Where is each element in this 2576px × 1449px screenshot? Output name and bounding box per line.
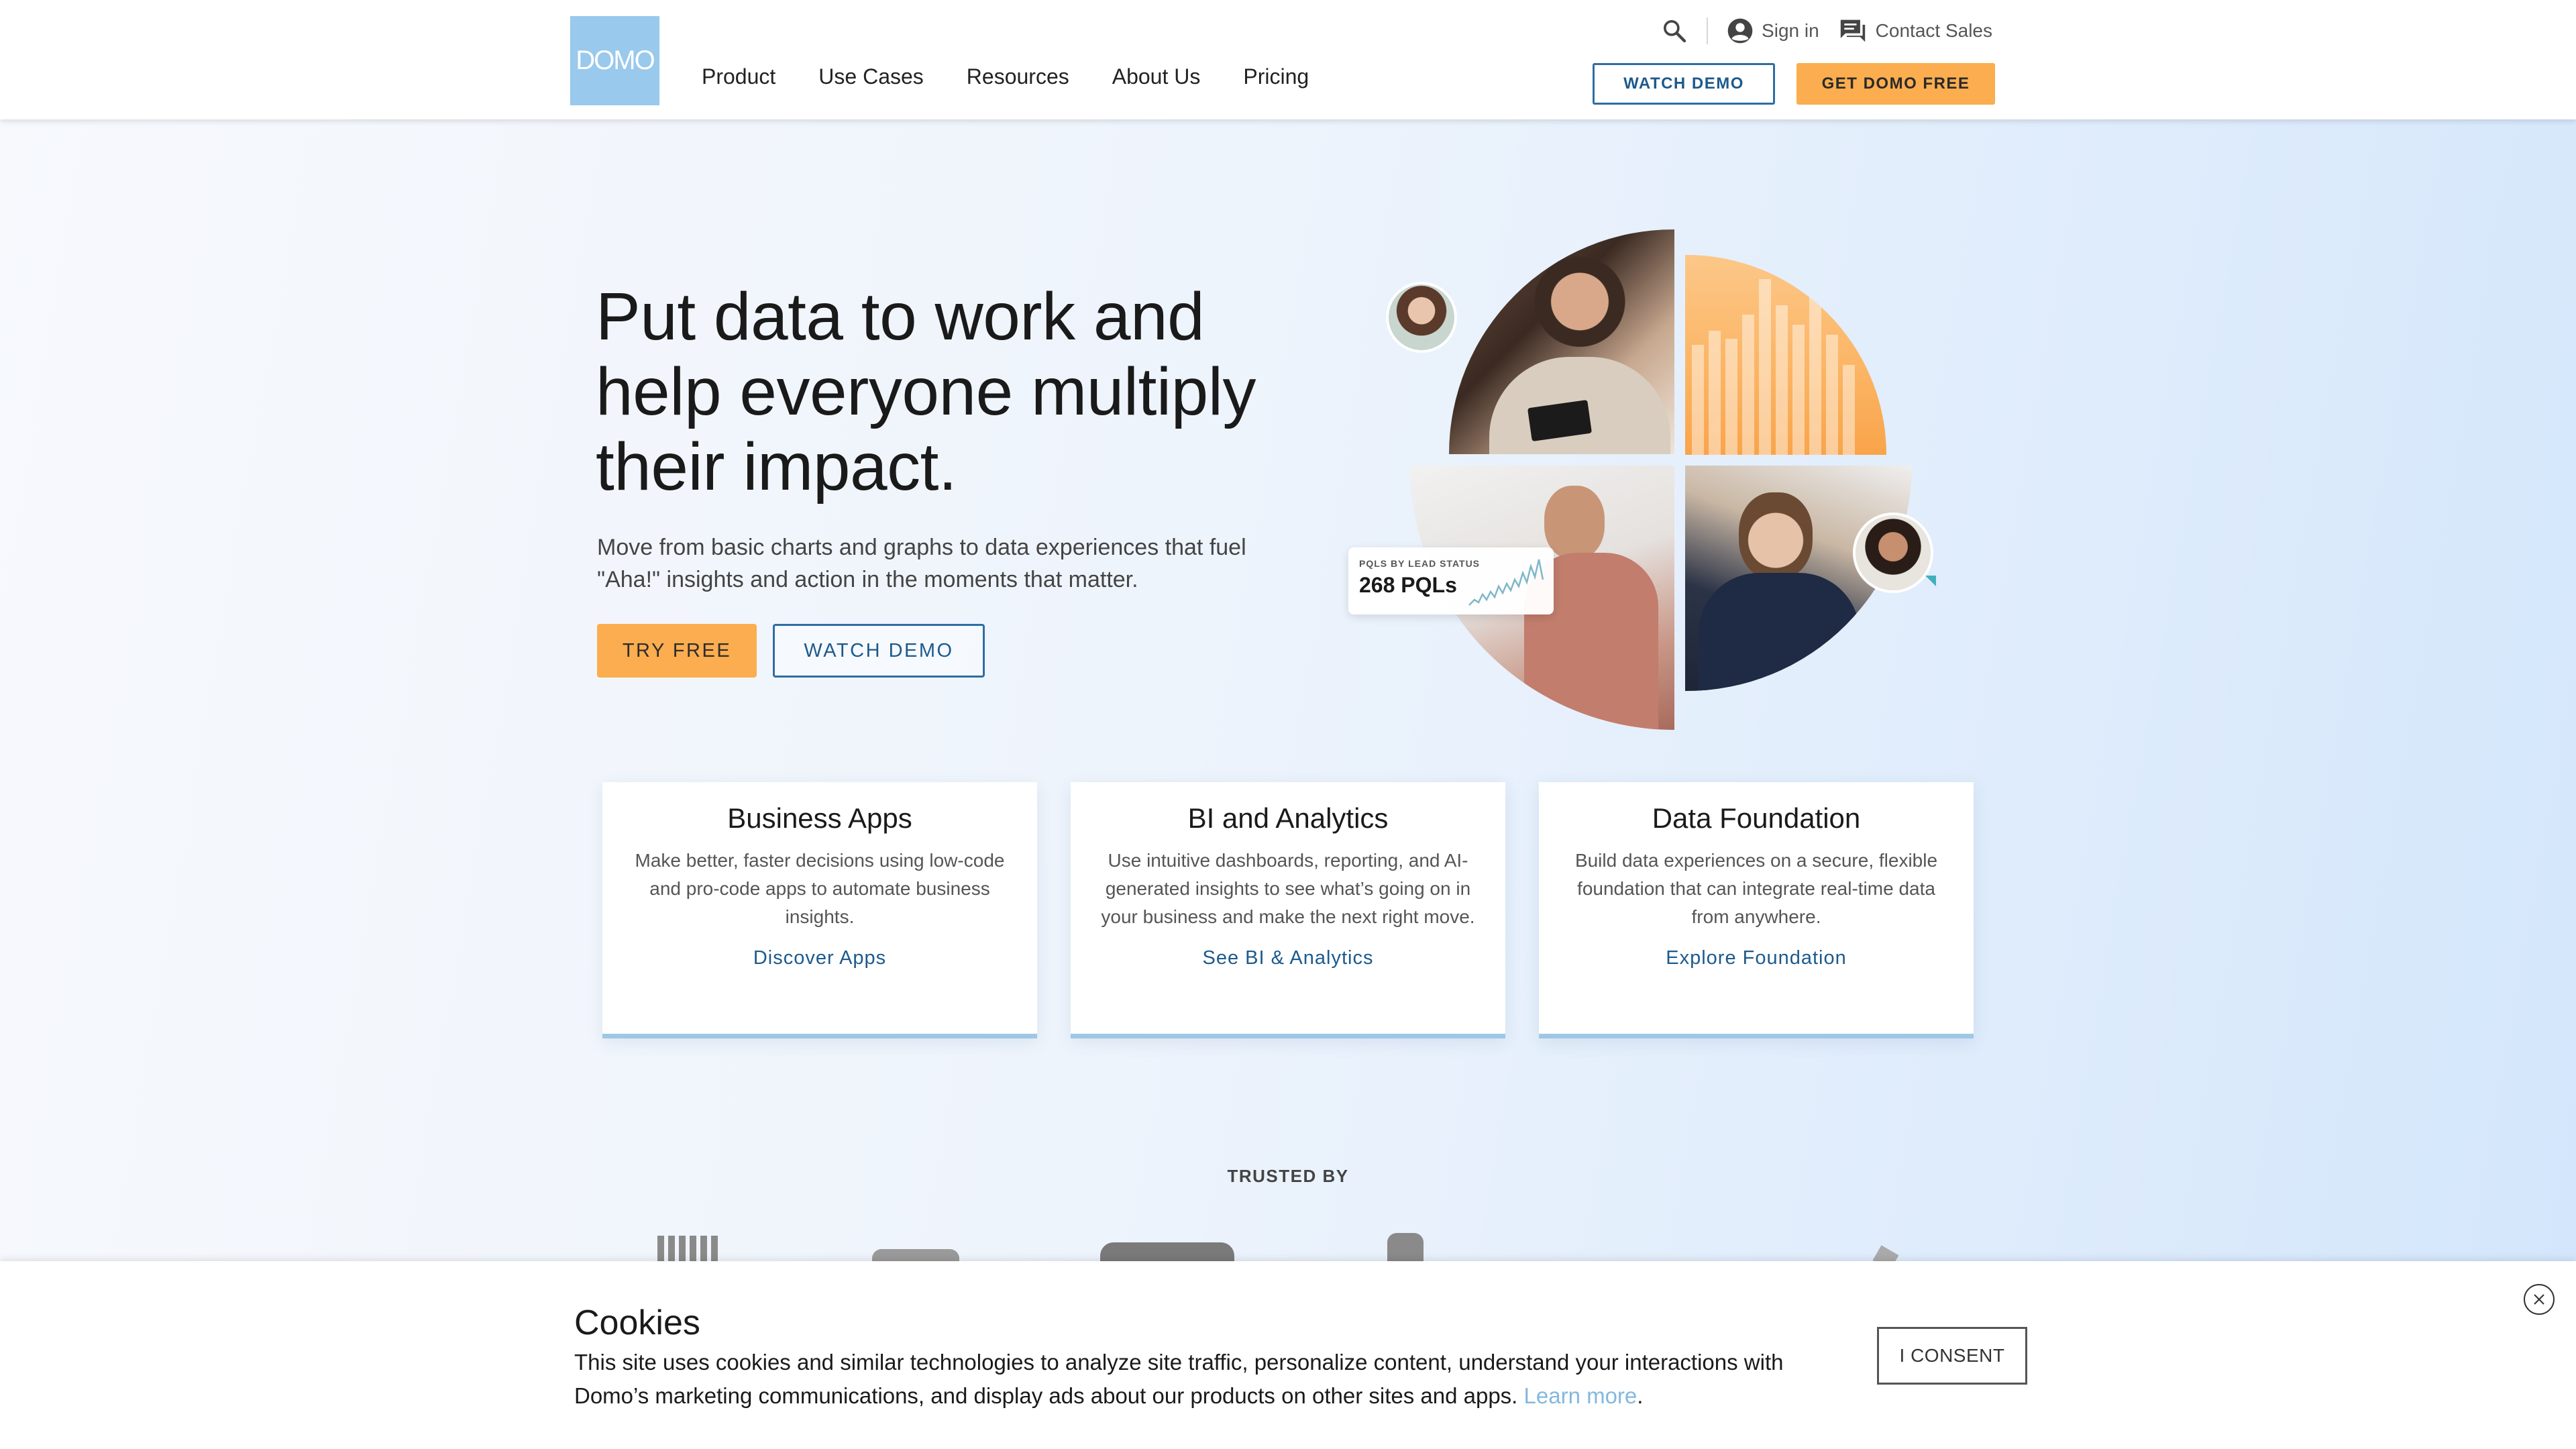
avatar [1386, 282, 1457, 353]
hero-subtitle: Move from basic charts and graphs to dat… [597, 531, 1308, 596]
site-header: DOMO Product Use Cases Resources About U… [0, 0, 2576, 119]
utility-nav: Sign in Contact Sales [1661, 16, 1992, 46]
see-bi-analytics-link[interactable]: See BI & Analytics [1203, 947, 1374, 969]
decor-bar [1776, 305, 1788, 455]
nav-product[interactable]: Product [702, 64, 775, 89]
hero-title: Put data to work and help everyone multip… [596, 279, 1334, 504]
orange-bar-graphic [1685, 255, 1886, 455]
decor-bar [1725, 339, 1737, 455]
pql-label: PQLS BY LEAD STATUS [1359, 558, 1481, 569]
decor-bar [1742, 315, 1754, 455]
nav-use-cases[interactable]: Use Cases [818, 64, 924, 89]
decor-bar [1792, 325, 1805, 455]
woman-blazer [1699, 573, 1860, 691]
close-cookie-button[interactable] [2524, 1284, 2555, 1315]
chat-icon [1840, 19, 1865, 42]
contact-sales-label: Contact Sales [1875, 20, 1992, 41]
card-description: Use intuitive dashboards, reporting, and… [1101, 850, 1475, 927]
consent-button[interactable]: I CONSENT [1877, 1327, 2027, 1385]
close-icon [2534, 1294, 2544, 1305]
header-watch-demo-button[interactable]: WATCH DEMO [1593, 63, 1775, 105]
decor-bar [1826, 335, 1838, 455]
card-title: BI and Analytics [1187, 802, 1389, 834]
business-apps-card: Business Apps Make better, faster decisi… [602, 782, 1037, 1038]
nav-about-us[interactable]: About Us [1112, 64, 1201, 89]
decor-bar [1759, 278, 1771, 455]
card-description: Build data experiences on a secure, flex… [1574, 850, 1938, 927]
sparkline-icon [1468, 559, 1544, 606]
explore-foundation-link[interactable]: Explore Foundation [1666, 947, 1847, 969]
man-figure [1529, 256, 1630, 357]
cookie-banner: Cookies This site uses cookies and simil… [0, 1261, 2576, 1449]
card-title: Business Apps [727, 802, 912, 834]
decor-bar [1809, 294, 1821, 455]
hero-subtitle-line: "Aha!" insights and action in the moment… [597, 567, 1138, 592]
photo-man-with-tablet [1449, 229, 1674, 454]
pql-value: 268 PQLs [1359, 573, 1457, 597]
contact-sales-link[interactable]: Contact Sales [1838, 17, 1992, 44]
main-nav: Product Use Cases Resources About Us Pri… [702, 64, 1352, 89]
hero-watch-demo-button[interactable]: WATCH DEMO [773, 624, 985, 678]
account-icon [1727, 18, 1753, 44]
pql-stat-card: PQLS BY LEAD STATUS 268 PQLs [1348, 547, 1554, 614]
bi-analytics-card: BI and Analytics Use intuitive dashboard… [1071, 782, 1505, 1038]
search-button[interactable] [1661, 17, 1688, 44]
woman-head [1739, 492, 1813, 580]
try-free-button[interactable]: TRY FREE [597, 624, 757, 678]
learn-more-link[interactable]: Learn more [1524, 1383, 1638, 1408]
discover-apps-link[interactable]: Discover Apps [753, 947, 886, 969]
hero-title-line: Put data to work and [596, 279, 1205, 354]
nav-pricing[interactable]: Pricing [1243, 64, 1309, 89]
data-foundation-card: Data Foundation Build data experiences o… [1539, 782, 1974, 1038]
logo-text: DOMO [576, 46, 655, 75]
hero-subtitle-line: Move from basic charts and graphs to dat… [597, 535, 1246, 560]
divider [1707, 17, 1709, 44]
sign-in-link[interactable]: Sign in [1727, 17, 1819, 44]
trusted-by-label: TRUSTED BY [1227, 1166, 1349, 1186]
nav-resources[interactable]: Resources [967, 64, 1069, 89]
decor-bar [1709, 331, 1721, 455]
card-title: Data Foundation [1652, 802, 1861, 834]
hero-title-line: help everyone multiply [596, 354, 1256, 429]
domo-logo[interactable]: DOMO [570, 16, 659, 105]
get-domo-free-button[interactable]: GET DOMO FREE [1796, 63, 1995, 105]
avatar [1853, 513, 1936, 593]
decor-bar [1692, 345, 1704, 455]
cookie-title: Cookies [574, 1303, 700, 1342]
search-icon [1664, 20, 1686, 43]
cookie-text: This site uses cookies and similar techn… [574, 1350, 1784, 1408]
customer-logos [0, 1226, 2576, 1271]
sign-in-label: Sign in [1762, 20, 1819, 41]
card-description: Make better, faster decisions using low-… [635, 850, 1005, 927]
hero-title-line: their impact. [596, 429, 957, 504]
decor-bar [1843, 364, 1855, 455]
decor-bars [1685, 255, 1886, 455]
man-head [1544, 486, 1605, 559]
hero-illustration: PQLS BY LEAD STATUS 268 PQLs [1348, 227, 1952, 737]
